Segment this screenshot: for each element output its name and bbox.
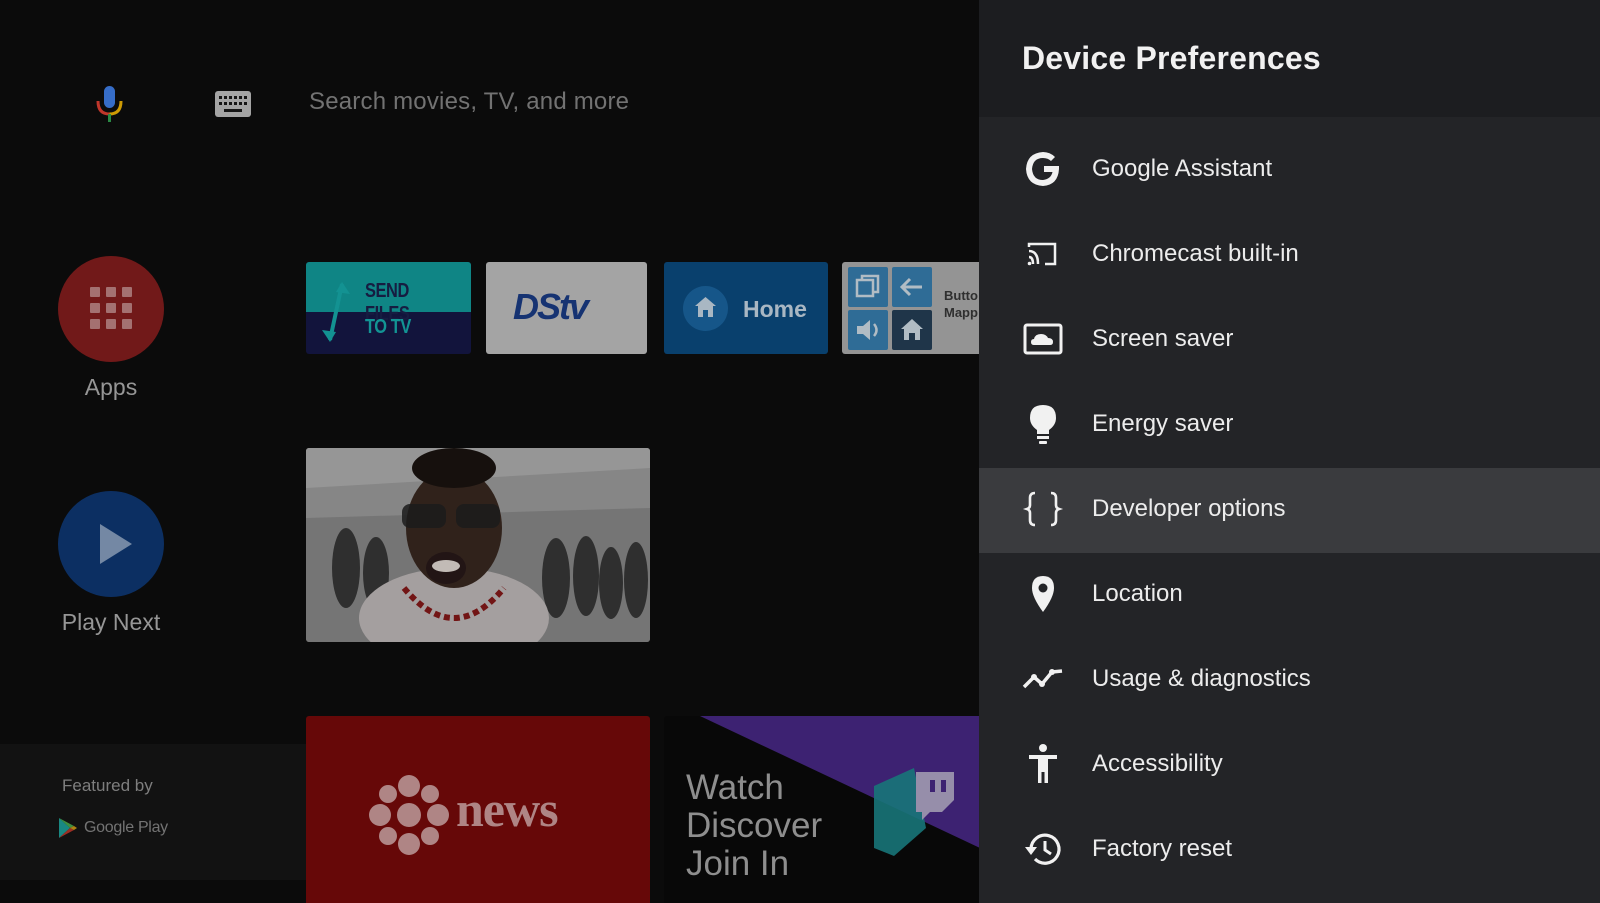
microphone-icon[interactable]: [92, 84, 128, 126]
keyboard-icon[interactable]: [214, 90, 252, 118]
recent-apps-icon: [848, 267, 888, 307]
menu-label-energy-saver: Energy saver: [1092, 410, 1234, 437]
home-label: Home: [743, 296, 807, 322]
menu-item-chromecast[interactable]: Chromecast built-in: [979, 213, 1600, 298]
panel-header: Device Preferences: [979, 0, 1600, 117]
history-icon: [1021, 827, 1065, 871]
twitch-line1: Watch: [686, 768, 784, 807]
menu-item-google-assistant[interactable]: Google Assistant: [979, 128, 1600, 213]
back-arrow-icon: [892, 267, 932, 307]
lightbulb-icon: [1021, 402, 1065, 446]
send-files-to-tv-tile[interactable]: SEND FILES TO TV: [306, 262, 471, 354]
play-next-button[interactable]: [58, 491, 164, 597]
menu-label-screen-saver: Screen saver: [1092, 325, 1234, 352]
google-g-icon: [1021, 147, 1065, 191]
panel-title: Device Preferences: [1022, 40, 1321, 76]
cbc-gem-icon: [369, 775, 449, 855]
accessibility-icon: [1021, 742, 1065, 786]
cast-icon: [1021, 232, 1065, 276]
apps-grid-icon: [90, 287, 132, 329]
play-next-label: Play Next: [61, 609, 161, 635]
google-play-icon: [59, 818, 77, 838]
menu-label-google-assistant: Google Assistant: [1092, 155, 1273, 182]
menu-item-energy-saver[interactable]: Energy saver: [979, 383, 1600, 468]
menu-label-usage-diagnostics: Usage & diagnostics: [1092, 665, 1311, 692]
featured-by-section: Featured by Google Play: [0, 744, 306, 880]
cbc-news-tile[interactable]: news: [306, 716, 650, 903]
cbc-news-label: news: [456, 781, 559, 837]
menu-label-location: Location: [1092, 580, 1183, 607]
menu-label-factory-reset: Factory reset: [1092, 835, 1233, 862]
menu-label-developer-options: Developer options: [1092, 495, 1286, 522]
menu-item-accessibility[interactable]: Accessibility: [979, 723, 1600, 808]
menu-item-usage-diagnostics[interactable]: Usage & diagnostics: [979, 638, 1600, 723]
play-icon: [100, 524, 132, 564]
google-play-text: Google Play: [84, 819, 168, 836]
button-mapper-tile[interactable]: Butto Mapp: [842, 262, 980, 354]
braces-icon: [1021, 487, 1065, 531]
button-mapper-line2: Mapp: [944, 305, 978, 320]
screensaver-icon: [1021, 317, 1065, 361]
location-pin-icon: [1021, 572, 1065, 616]
video-thumbnail-image: [306, 448, 650, 642]
video-thumbnail[interactable]: [306, 448, 650, 642]
home-tile[interactable]: Home: [664, 262, 828, 354]
menu-item-location[interactable]: Location: [979, 553, 1600, 638]
twitch-line3: Join In: [686, 844, 790, 883]
apps-label: Apps: [84, 374, 138, 400]
dstv-tile[interactable]: DStv: [486, 262, 647, 354]
menu-item-factory-reset[interactable]: Factory reset: [979, 808, 1600, 893]
search-input[interactable]: Search movies, TV, and more: [309, 88, 629, 116]
home-key-icon: [892, 310, 932, 350]
featured-by-label: Featured by: [62, 776, 153, 795]
twitch-line2: Discover: [686, 806, 823, 845]
dstv-logo: DStv: [513, 286, 589, 327]
menu-item-developer-options[interactable]: Developer options: [979, 468, 1600, 553]
trend-icon: [1021, 657, 1065, 701]
launcher-home: Search movies, TV, and more Apps Play Ne…: [0, 0, 980, 903]
button-mapper-line1: Butto: [944, 288, 978, 303]
menu-label-chromecast: Chromecast built-in: [1092, 240, 1299, 267]
send-files-line2: TO TV: [365, 316, 411, 338]
transfer-arrows-icon: [322, 282, 350, 342]
twitch-tile[interactable]: Watch Discover Join In: [664, 716, 980, 903]
google-play-logo: Google Play: [58, 816, 168, 840]
menu-item-screen-saver[interactable]: Screen saver: [979, 298, 1600, 383]
device-preferences-panel: Device Preferences Google Assistant Chro…: [979, 0, 1600, 903]
volume-icon: [848, 310, 888, 350]
home-icon: [683, 286, 728, 331]
apps-button[interactable]: [58, 256, 164, 362]
menu-label-accessibility: Accessibility: [1092, 750, 1223, 777]
